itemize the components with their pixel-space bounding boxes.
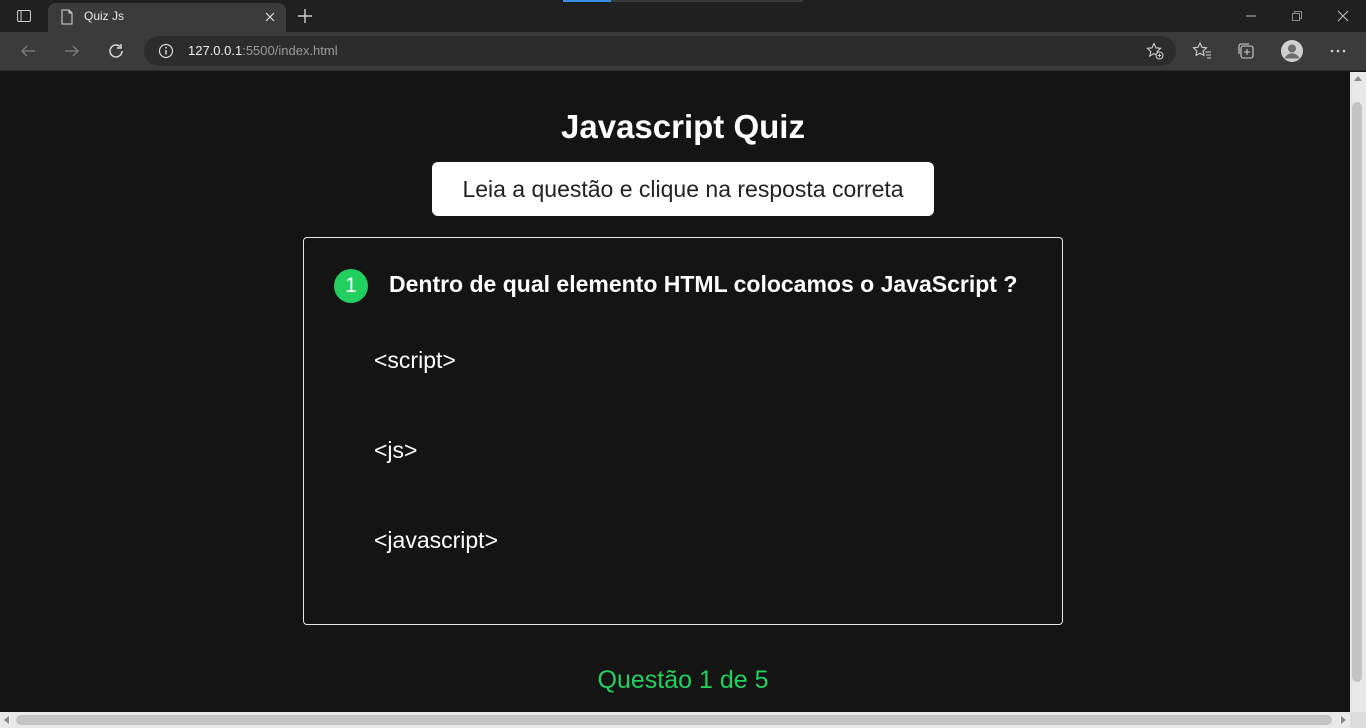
new-tab-icon[interactable]: [294, 5, 316, 27]
scroll-up-arrow-icon[interactable]: [1354, 76, 1362, 81]
instruction-box: Leia a questão e clique na resposta corr…: [432, 162, 934, 216]
page-icon: [60, 9, 74, 25]
tab-shadow-bar: [611, 0, 803, 2]
tab-actions-icon[interactable]: [8, 4, 40, 28]
answer-option[interactable]: <javascript>: [374, 527, 498, 554]
question-number-badge: 1: [334, 269, 368, 303]
more-menu-icon[interactable]: [1327, 40, 1349, 62]
horizontal-scroll-thumb[interactable]: [16, 715, 1332, 725]
close-tab-icon[interactable]: [264, 10, 276, 22]
scrollbar-corner: [1350, 712, 1366, 728]
collections-icon[interactable]: [1235, 40, 1257, 62]
browser-toolbar: 127.0.0.1:5500/index.html: [0, 32, 1366, 71]
close-window-icon[interactable]: [1320, 0, 1366, 32]
info-icon[interactable]: [158, 43, 174, 59]
add-favorite-icon[interactable]: [1146, 42, 1164, 60]
horizontal-scrollbar[interactable]: [0, 712, 1350, 728]
favorites-icon[interactable]: [1191, 40, 1213, 62]
minimize-icon[interactable]: [1228, 0, 1274, 32]
page-title: Javascript Quiz: [561, 108, 805, 145]
tab-title: Quiz Js: [84, 9, 125, 23]
answer-option[interactable]: <js>: [374, 437, 417, 464]
url-host: 127.0.0.1: [188, 43, 243, 58]
question-text: Dentro de qual elemento HTML colocamos o…: [389, 271, 1018, 297]
profile-avatar-icon[interactable]: [1280, 39, 1304, 63]
forward-arrow-icon[interactable]: [57, 37, 87, 65]
question-progress: Questão 1 de 5: [597, 666, 769, 694]
browser-titlebar: Quiz Js: [0, 0, 1366, 32]
address-bar[interactable]: 127.0.0.1:5500/index.html: [144, 36, 1176, 66]
vertical-scroll-thumb[interactable]: [1352, 102, 1362, 682]
question-card: 1 Dentro de qual elemento HTML colocamos…: [303, 237, 1063, 625]
url-path: :5500/index.html: [242, 43, 338, 58]
answer-option[interactable]: <script>: [374, 347, 456, 374]
vertical-scrollbar[interactable]: [1350, 72, 1366, 712]
url-text: 127.0.0.1:5500/index.html: [188, 43, 338, 58]
page-viewport: Javascript Quiz Leia a questão e clique …: [0, 72, 1350, 712]
restore-icon[interactable]: [1274, 0, 1320, 32]
tab-accent-bar: [563, 0, 611, 2]
scroll-right-arrow-icon[interactable]: [1341, 716, 1346, 724]
back-arrow-icon[interactable]: [13, 37, 43, 65]
refresh-icon[interactable]: [101, 37, 131, 65]
scroll-left-arrow-icon[interactable]: [4, 716, 9, 724]
browser-tab[interactable]: Quiz Js: [48, 3, 286, 32]
